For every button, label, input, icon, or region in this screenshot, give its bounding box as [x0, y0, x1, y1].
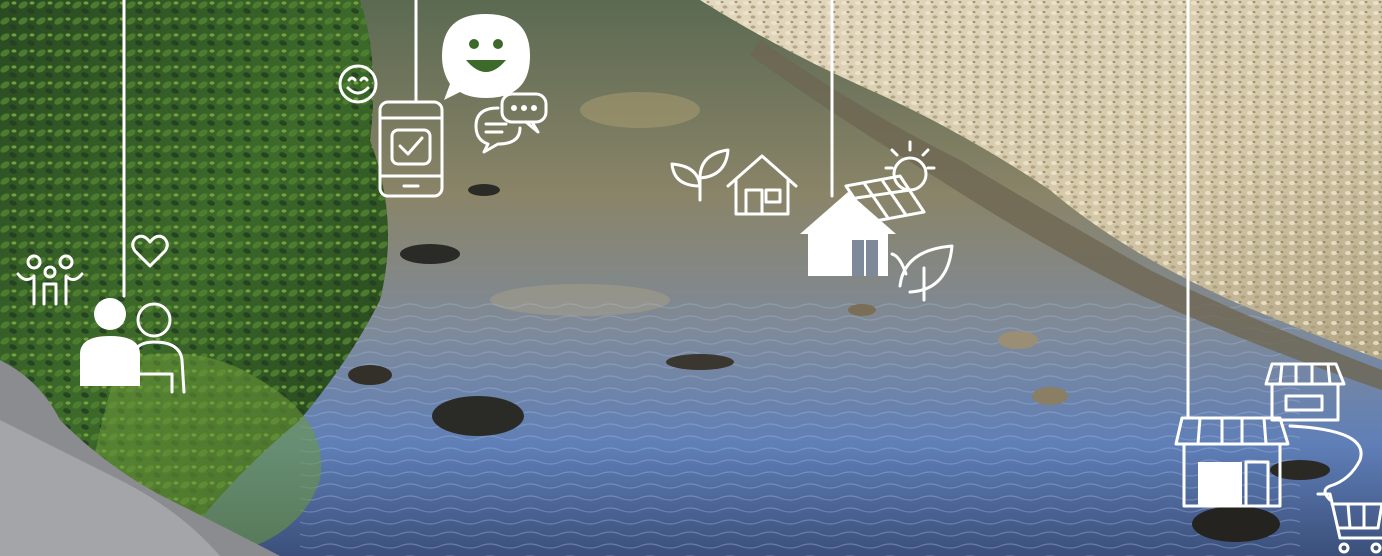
scene — [0, 0, 1382, 556]
river-landscape-photo — [0, 0, 1382, 556]
